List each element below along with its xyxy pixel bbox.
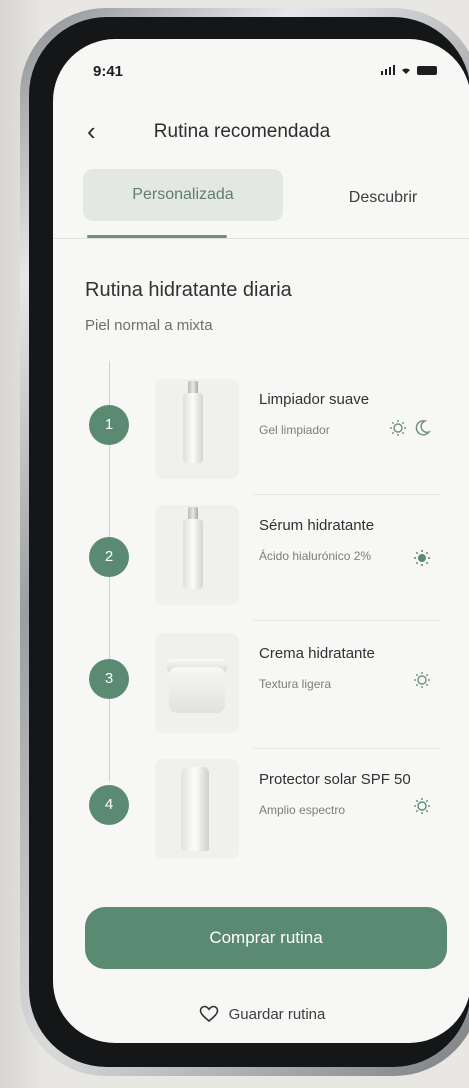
battery-icon <box>417 66 437 75</box>
usage-time-icons <box>389 419 431 437</box>
status-icons <box>381 65 437 75</box>
sun-icon <box>414 798 430 814</box>
save-routine-label: Guardar rutina <box>228 1005 326 1023</box>
sun-icon <box>414 672 430 688</box>
product-image-serum <box>155 505 239 605</box>
product-name: Protector solar SPF 50 <box>259 771 411 788</box>
product-description: Amplio espectro <box>259 803 346 817</box>
product-name: Limpiador suave <box>259 391 370 408</box>
sun-icon <box>390 420 406 436</box>
phone-bezel: 9:41 ‹ Rutina recomendada Personalizada … <box>29 17 469 1067</box>
step-divider <box>253 748 441 749</box>
sun-icon <box>414 550 430 566</box>
wifi-icon <box>402 68 410 74</box>
tab-bar: Personalizada Descubrir <box>83 169 441 225</box>
tab-descubrir[interactable]: Descubrir <box>323 169 443 221</box>
routine-subtitle: Piel normal a mixta <box>85 317 213 334</box>
usage-time-icons <box>413 671 431 689</box>
usage-time-icons <box>413 797 431 815</box>
product-image-crema <box>155 633 239 733</box>
product-description: Textura ligera <box>259 677 332 691</box>
status-time: 9:41 <box>93 63 124 80</box>
buy-routine-button[interactable]: Comprar rutina <box>85 907 447 969</box>
app-screen: 9:41 ‹ Rutina recomendada Personalizada … <box>53 39 469 1043</box>
status-bar: 9:41 <box>53 39 469 99</box>
phone-frame: 9:41 ‹ Rutina recomendada Personalizada … <box>20 8 469 1076</box>
product-description: Gel limpiador <box>259 423 330 437</box>
product-name: Sérum hidratante <box>259 517 375 534</box>
routine-step-3[interactable]: 3 Crema hidratante Textura ligera <box>83 629 441 749</box>
step-number-badge: 4 <box>89 785 129 825</box>
product-name: Crema hidratante <box>259 645 375 662</box>
routine-step-2[interactable]: 2 Sérum hidratante Ácido hialurónico 2% <box>83 501 441 621</box>
step-number-badge: 3 <box>89 659 129 699</box>
product-description: Ácido hialurónico 2% <box>259 549 372 563</box>
routine-step-4[interactable]: 4 Protector solar SPF 50 Amplio espectro <box>83 755 441 875</box>
routine-step-1[interactable]: 1 Limpiador suave Gel limpiador <box>83 375 441 495</box>
product-image-protector <box>155 759 239 859</box>
page-title: Rutina recomendada <box>153 121 331 142</box>
step-divider <box>253 494 441 495</box>
moon-icon <box>415 420 431 436</box>
tab-personalizada[interactable]: Personalizada <box>83 169 283 221</box>
routine-title: Rutina hidratante diaria <box>85 279 292 301</box>
save-routine-button[interactable]: Guardar rutina <box>53 1005 469 1023</box>
step-number-badge: 1 <box>89 405 129 445</box>
step-divider <box>253 620 441 621</box>
step-number-badge: 2 <box>89 537 129 577</box>
heart-icon <box>199 1005 218 1023</box>
tab-divider <box>53 238 469 239</box>
signal-icon <box>381 65 395 75</box>
product-image-limpiador <box>155 379 239 479</box>
usage-time-icons <box>413 549 431 567</box>
